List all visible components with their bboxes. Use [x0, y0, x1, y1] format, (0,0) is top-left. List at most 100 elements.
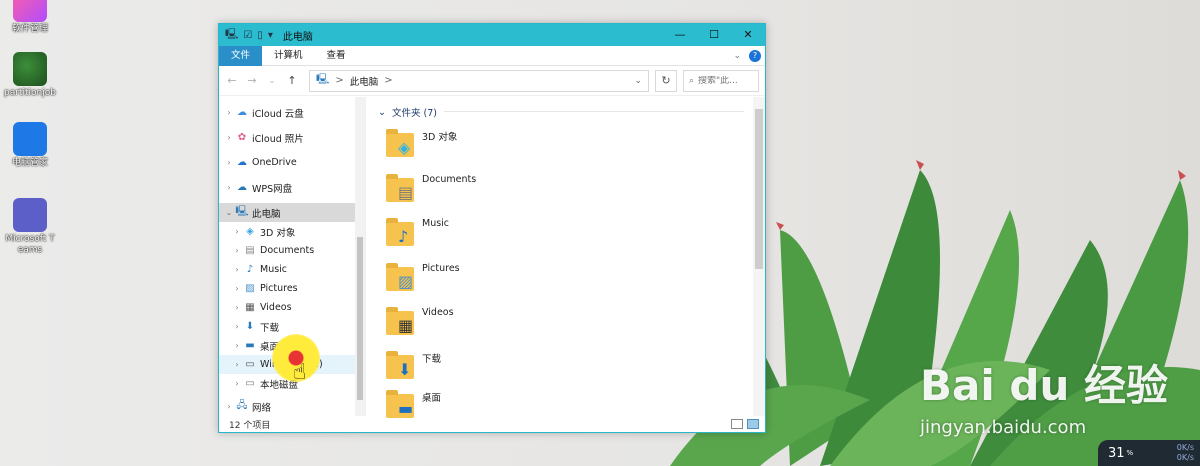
- folder-name: 下载: [422, 354, 442, 365]
- folder-downloads[interactable]: ⬇ 下载: [386, 351, 586, 391]
- scrollbar-thumb[interactable]: [755, 109, 763, 269]
- details-view-icon[interactable]: [731, 419, 743, 429]
- watermark-logo: Bai du 经验: [920, 361, 1168, 410]
- close-button[interactable]: ✕: [731, 24, 765, 46]
- navigation-scrollbar[interactable]: [355, 97, 365, 416]
- tree-item-label: 3D 对象: [260, 227, 296, 239]
- tree-item-network[interactable]: › 🖧 网络: [219, 397, 365, 416]
- large-icons-view-icon[interactable]: [747, 419, 759, 429]
- scrollbar-thumb[interactable]: [357, 237, 363, 400]
- folder-name: Music: [422, 218, 450, 229]
- search-box[interactable]: ⌕: [683, 69, 759, 92]
- forward-button[interactable]: →: [245, 74, 259, 87]
- baidu-watermark: Bai du 经验 jingyan.baidu.com: [920, 352, 1168, 438]
- tree-item-icloud-photos[interactable]: › ✿ iCloud 照片: [219, 128, 365, 147]
- tree-item-label: iCloud 照片: [252, 133, 304, 145]
- music-icon: ♪: [398, 227, 409, 246]
- window-title: 此电脑: [282, 31, 313, 43]
- folder-name: Pictures: [422, 263, 460, 274]
- desktop-icon-label: 软件管理: [11, 24, 48, 34]
- desktop-icon-label: partitionjob: [4, 88, 56, 98]
- 3d-objects-icon: ◈: [398, 138, 411, 157]
- pictures-icon: ▨: [398, 272, 414, 291]
- address-bar[interactable]: 🖳 > 此电脑 > ⌄: [309, 69, 649, 92]
- onedrive-icon: ☁: [237, 157, 247, 168]
- chevron-down-icon: ⌄: [378, 106, 386, 118]
- tree-item-videos[interactable]: › ▦ Videos: [219, 298, 365, 317]
- folder-documents[interactable]: ▤ Documents: [386, 174, 586, 214]
- software-manager-icon: [13, 0, 47, 22]
- watermark-url: jingyan.baidu.com: [920, 417, 1087, 438]
- videos-icon: ▦: [398, 316, 414, 335]
- tree-item-label: 网络: [252, 402, 272, 414]
- folder-3d-objects[interactable]: ◈ 3D 对象: [386, 129, 586, 169]
- tree-item-wps-drive[interactable]: › ☁ WPS网盘: [219, 178, 365, 197]
- customize-chevron-icon[interactable]: ▾: [268, 30, 273, 41]
- tree-item-label: Documents: [260, 245, 315, 256]
- folder-name: 桌面: [422, 393, 442, 404]
- tab-view[interactable]: 查看: [315, 46, 358, 66]
- computer-icon: 🖳: [235, 206, 249, 217]
- status-bar: 12 个项目: [219, 416, 765, 432]
- content-scrollbar[interactable]: [753, 97, 765, 416]
- item-count: 12 个项目: [229, 420, 271, 431]
- desktop-icon-teams[interactable]: Microsoft Teams: [4, 198, 56, 256]
- partition-icon: [13, 52, 47, 86]
- breadcrumb-separator[interactable]: >: [384, 75, 392, 86]
- tree-item-music[interactable]: › ♪ Music: [219, 260, 365, 279]
- recent-locations-chevron-icon[interactable]: ⌄: [265, 76, 279, 85]
- folder-name: Videos: [422, 307, 454, 318]
- download-icon: ⬇: [398, 360, 412, 379]
- desktop-icon: ▬: [245, 340, 255, 351]
- 3d-objects-icon: ◈: [246, 226, 254, 237]
- quick-access-toolbar: 🖳 ☑ ▯ ▾: [219, 27, 273, 44]
- new-folder-icon[interactable]: ▯: [257, 30, 263, 41]
- computer-small-icon: 🖳: [225, 28, 239, 40]
- tree-item-label: 此电脑: [252, 208, 281, 220]
- tree-item-pictures[interactable]: › ▨ Pictures: [219, 279, 365, 298]
- performance-widget[interactable]: 31 % 0K/s 0K/s: [1098, 440, 1200, 466]
- tree-item-onedrive[interactable]: › ☁ OneDrive: [219, 153, 365, 172]
- tree-item-icloud-drive[interactable]: › ☁ iCloud 云盘: [219, 103, 365, 122]
- upload-speed: 0K/s: [1176, 443, 1194, 452]
- tree-item-3d-objects[interactable]: › ◈ 3D 对象: [219, 222, 365, 241]
- tree-item-downloads[interactable]: › ⬇ 下载: [219, 317, 365, 336]
- tree-item-label: Pictures: [260, 283, 298, 294]
- address-dropdown-chevron-icon[interactable]: ⌄: [634, 76, 642, 86]
- title-bar[interactable]: 🖳 ☑ ▯ ▾ 此电脑 — ☐ ✕: [219, 24, 765, 46]
- documents-icon: ▤: [398, 183, 414, 202]
- videos-icon: ▦: [245, 302, 255, 313]
- search-input[interactable]: [698, 75, 751, 86]
- group-header[interactable]: ⌄ 文件夹 (7): [378, 105, 744, 119]
- properties-icon[interactable]: ☑: [243, 30, 252, 41]
- cloud-icon: ☁: [237, 182, 247, 193]
- tree-item-label: iCloud 云盘: [252, 108, 304, 120]
- tree-item-label: 下载: [260, 322, 280, 334]
- cpu-percent: 31: [1108, 445, 1125, 461]
- folder-videos[interactable]: ▦ Videos: [386, 307, 586, 347]
- folder-pictures[interactable]: ▨ Pictures: [386, 263, 586, 303]
- tree-item-documents[interactable]: › ▤ Documents: [219, 241, 365, 260]
- help-icon[interactable]: ?: [749, 49, 761, 62]
- up-button[interactable]: ↑: [285, 74, 299, 87]
- folder-music[interactable]: ♪ Music: [386, 218, 586, 258]
- tab-file[interactable]: 文件: [219, 45, 263, 66]
- maximize-button[interactable]: ☐: [697, 24, 731, 46]
- tab-computer[interactable]: 计算机: [262, 46, 315, 66]
- back-button[interactable]: ←: [225, 74, 239, 87]
- icloud-icon: ☁: [237, 107, 247, 118]
- ribbon-expand-chevron-icon[interactable]: ⌄: [733, 51, 741, 61]
- tree-item-label: OneDrive: [252, 157, 297, 168]
- refresh-button[interactable]: ↻: [655, 69, 677, 92]
- desktop-icon-partitionjob[interactable]: partitionjob: [4, 52, 56, 99]
- desktop-icon-label: 电脑管家: [11, 158, 48, 168]
- minimize-button[interactable]: —: [663, 24, 697, 46]
- percent-unit: %: [1126, 449, 1134, 457]
- breadcrumb[interactable]: 此电脑: [350, 74, 379, 88]
- desktop-icon-software-manager[interactable]: 软件管理: [4, 0, 56, 35]
- download-icon: ⬇: [245, 321, 255, 332]
- navigation-bar: ← → ⌄ ↑ 🖳 > 此电脑 > ⌄ ↻ ⌕: [219, 66, 765, 96]
- desktop-icon-pc-manager[interactable]: 电脑管家: [4, 122, 56, 169]
- content-pane[interactable]: ⌄ 文件夹 (7) ◈ 3D 对象 ▤ Documents ♪ Music ▨ …: [365, 97, 765, 418]
- tree-item-this-pc[interactable]: ⌄ 🖳 此电脑: [219, 203, 365, 222]
